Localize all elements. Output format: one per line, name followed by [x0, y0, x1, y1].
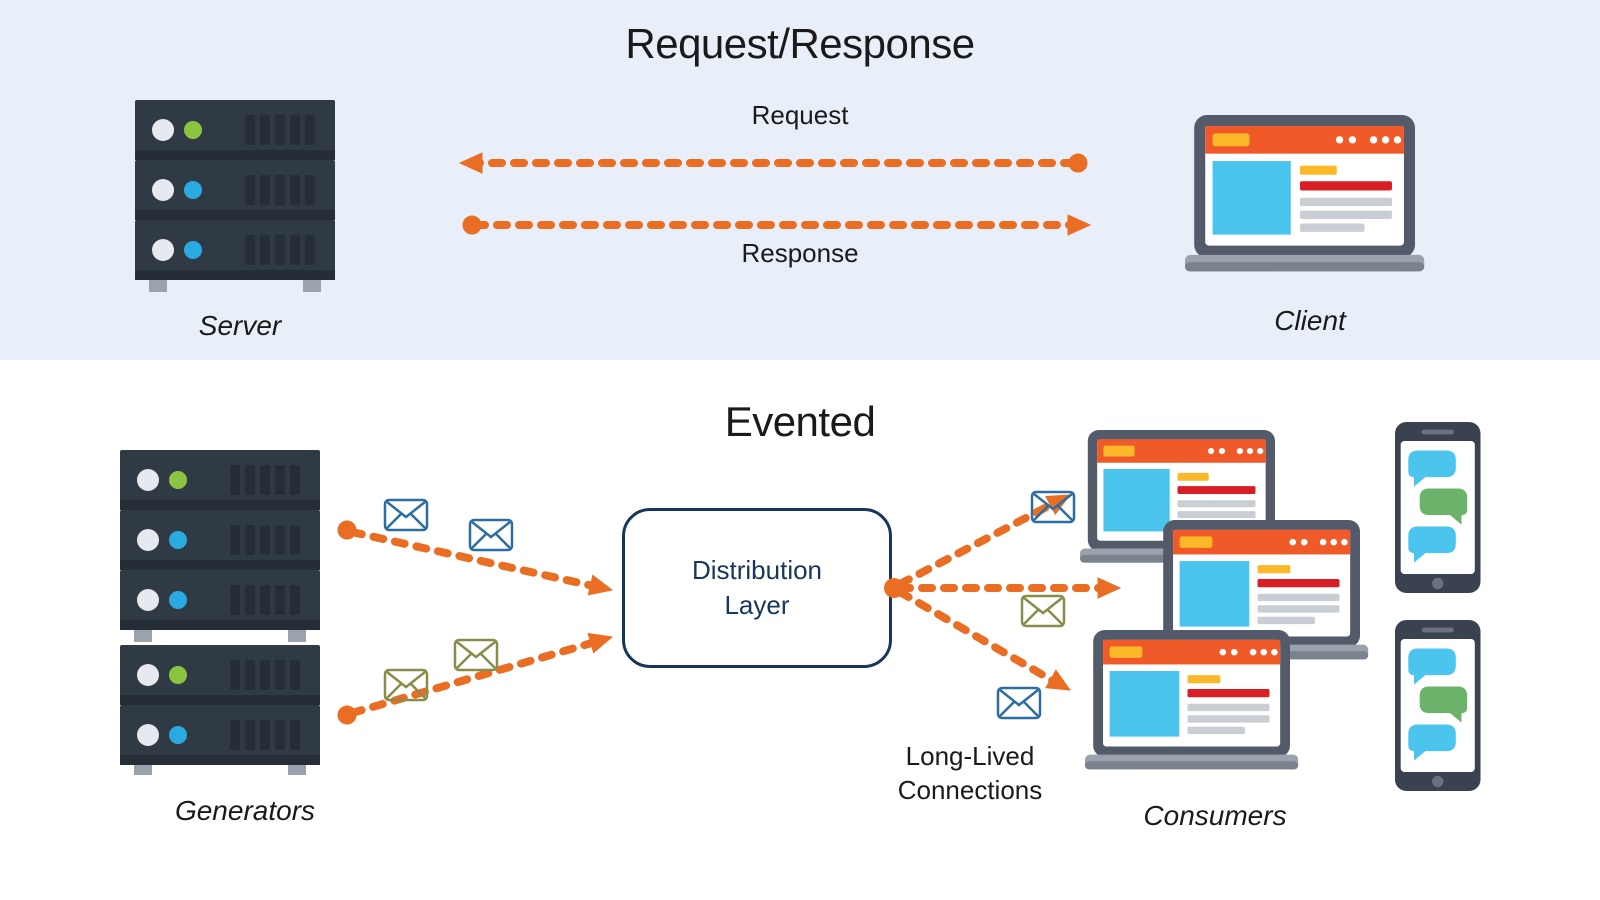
- generator-server-2-icon: [120, 645, 320, 775]
- envelope-icon: [455, 640, 497, 670]
- envelope-icon: [1032, 492, 1074, 522]
- consumer-phone-icon: [1395, 620, 1481, 791]
- generator-server-1-icon: [120, 450, 320, 642]
- consumer-laptop-icon: [1085, 630, 1298, 769]
- consumer-arrow-3: [900, 592, 1075, 699]
- envelope-icon: [470, 520, 512, 550]
- label-request: Request: [0, 100, 1600, 131]
- label-consumers: Consumers: [1085, 800, 1345, 832]
- consumer-arrow-1: [900, 486, 1075, 584]
- title-request-response: Request/Response: [0, 20, 1600, 68]
- generator-arrow-1: [338, 521, 614, 600]
- consumer-arrow-2: [900, 578, 1120, 598]
- consumer-laptop-icon: [1080, 430, 1283, 563]
- label-client: Client: [1210, 305, 1410, 337]
- distribution-layer-box: Distribution Layer: [622, 508, 892, 668]
- consumer-phone-icon: [1395, 422, 1481, 593]
- label-response: Response: [0, 238, 1600, 269]
- label-server: Server: [140, 310, 340, 342]
- title-evented: Evented: [0, 398, 1600, 446]
- envelope-icon: [385, 670, 427, 700]
- consumer-laptop-icon: [1155, 520, 1368, 659]
- envelope-icon: [998, 688, 1040, 718]
- envelope-icon: [385, 500, 427, 530]
- envelope-icon: [1022, 596, 1064, 626]
- generator-arrow-2: [338, 627, 615, 724]
- label-generators: Generators: [115, 795, 375, 827]
- distribution-layer-label: Distribution Layer: [692, 553, 822, 623]
- label-long-lived: Long-Lived Connections: [840, 740, 1100, 808]
